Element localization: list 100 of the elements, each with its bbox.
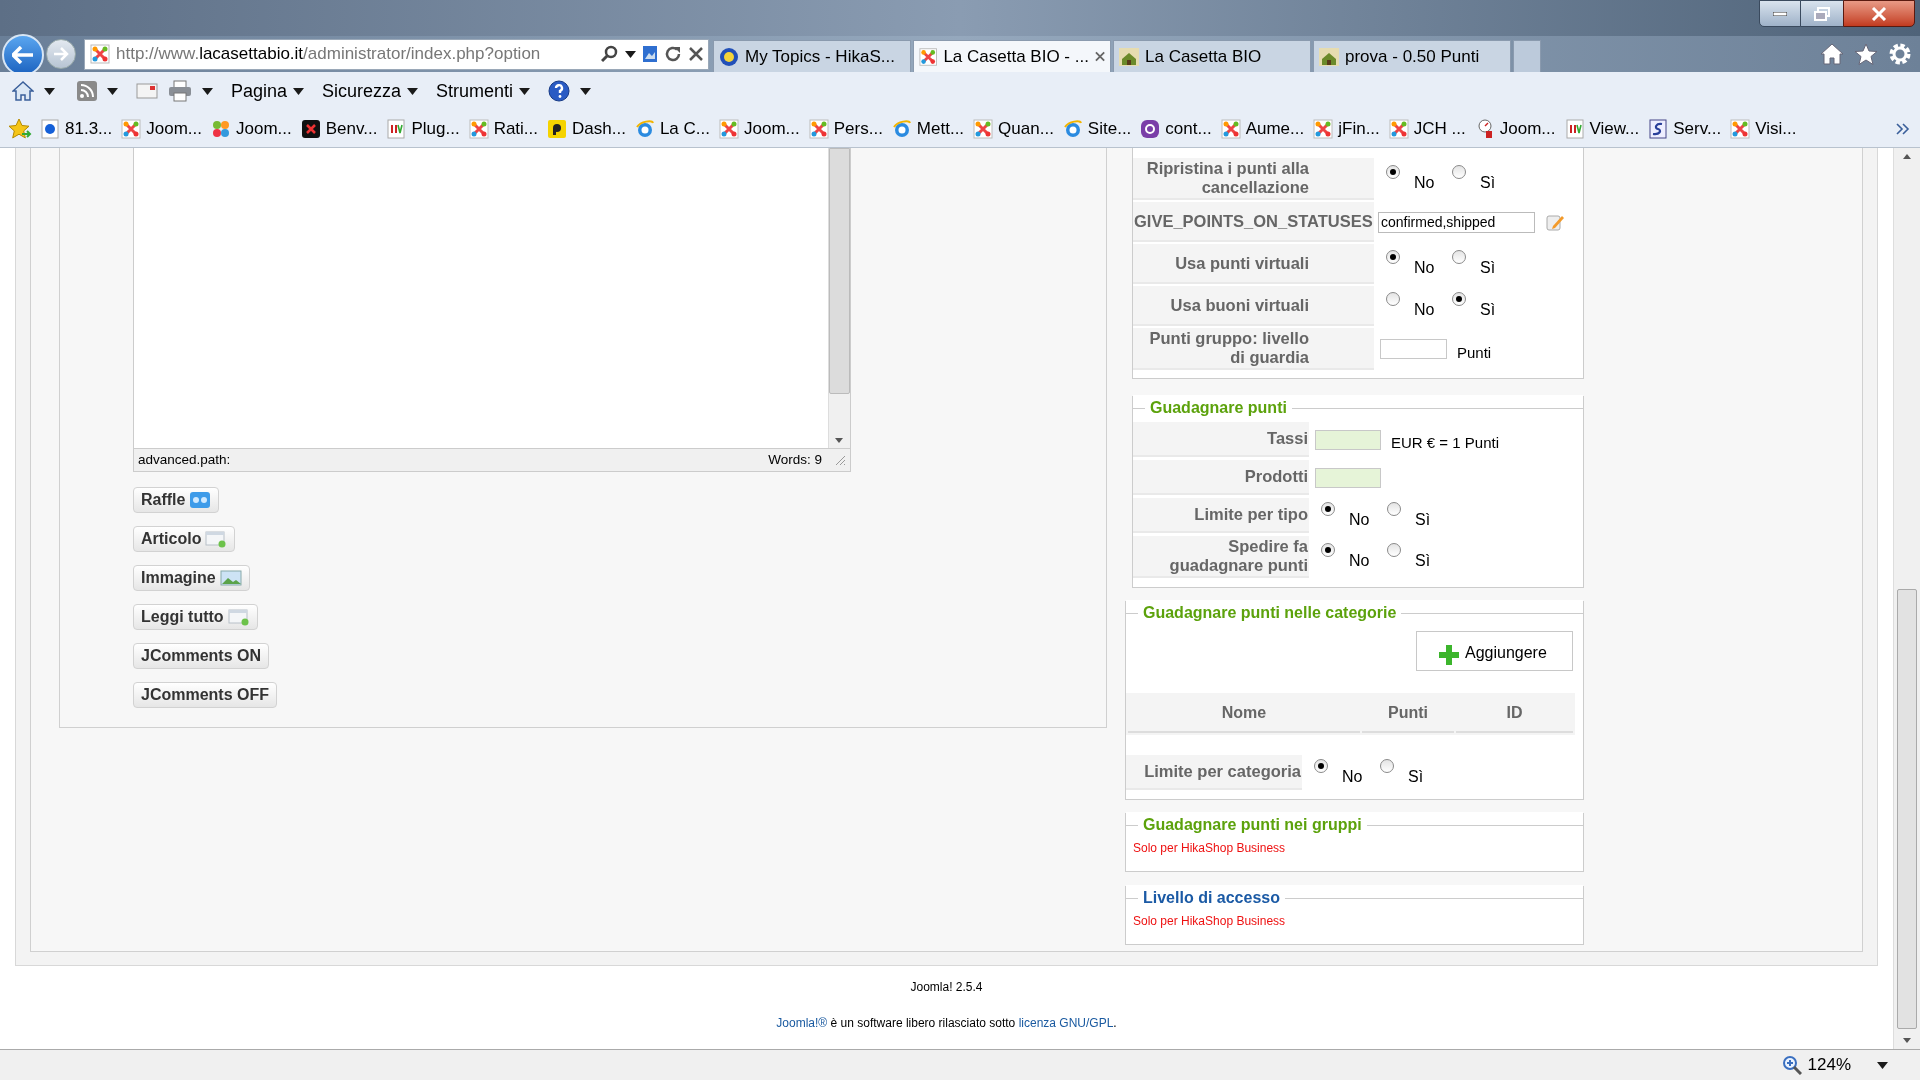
caret-icon[interactable]: [519, 87, 531, 95]
favorite-link[interactable]: cont...: [1140, 115, 1212, 142]
editor-button[interactable]: JComments OFF: [133, 682, 277, 708]
maximize-button[interactable]: [1801, 0, 1843, 27]
home-icon[interactable]: [1820, 43, 1844, 65]
home-icon[interactable]: [12, 81, 34, 101]
input-field[interactable]: confirmed,shipped: [1378, 211, 1535, 233]
add-button[interactable]: Aggiungere: [1416, 631, 1573, 671]
section-title: Guadagnare punti: [1149, 398, 1288, 418]
radio-button[interactable]: [1387, 501, 1401, 516]
help-icon[interactable]: [548, 80, 571, 102]
section-title: Guadagnare punti nei gruppi: [1142, 815, 1363, 835]
note-text: Solo per HikaShop Business: [1132, 913, 1287, 930]
star-icon[interactable]: [1854, 43, 1878, 65]
favorite-link[interactable]: Site...: [1062, 115, 1132, 142]
browser-tab[interactable]: La Casetta BIO - ...: [913, 40, 1111, 72]
input-field[interactable]: [1315, 467, 1381, 488]
house-icon: [1319, 46, 1339, 67]
compatibility-icon[interactable]: [642, 45, 658, 63]
favorite-link[interactable]: Rati...: [468, 115, 539, 142]
favorite-link[interactable]: JCH ...: [1388, 115, 1466, 142]
globe-icon: [891, 118, 912, 139]
resize-grip-icon[interactable]: [834, 454, 846, 466]
radio-button[interactable]: [1452, 250, 1466, 264]
caret-icon[interactable]: [293, 87, 305, 95]
scroll-up-icon[interactable]: [1901, 152, 1913, 160]
editor-button[interactable]: JComments ON: [133, 643, 270, 669]
caret-icon[interactable]: [625, 50, 636, 58]
favorite-link[interactable]: Aume...: [1220, 115, 1305, 142]
radio-button[interactable]: [1386, 250, 1400, 264]
chat-icon: [1140, 118, 1161, 139]
option-label: No: [1348, 551, 1371, 571]
browser-tab[interactable]: prova - 0.50 Punti: [1313, 40, 1511, 72]
browser-tab[interactable]: My Topics - HikaS...: [713, 40, 911, 72]
caret-icon[interactable]: [107, 87, 118, 95]
stop-icon[interactable]: [688, 46, 704, 62]
menu-button[interactable]: Pagina: [231, 77, 305, 105]
caret-icon[interactable]: [44, 87, 55, 95]
favorite-link[interactable]: Quan...: [973, 115, 1054, 142]
caret-icon[interactable]: [202, 87, 213, 95]
favorite-link[interactable]: Benv...: [300, 115, 378, 142]
favorite-link[interactable]: jFin...: [1313, 115, 1380, 142]
input-field[interactable]: [1380, 339, 1447, 359]
favorite-link[interactable]: Joom...: [719, 115, 800, 142]
favorite-link[interactable]: Mett...: [891, 115, 965, 142]
favorite-link[interactable]: Plug...: [386, 115, 460, 142]
editor-button[interactable]: Raffle: [133, 487, 220, 513]
caret-icon[interactable]: [407, 87, 419, 95]
editor-button[interactable]: Immagine: [133, 565, 250, 591]
caret-icon[interactable]: [580, 87, 592, 95]
favorite-link[interactable]: Joom...: [211, 115, 292, 142]
caret-icon[interactable]: [1877, 1061, 1888, 1069]
menu-button[interactable]: Sicurezza: [322, 77, 419, 105]
close-tab-icon[interactable]: [1094, 51, 1105, 62]
favorite-link[interactable]: Joom...: [1474, 115, 1556, 142]
field-label: Ripristina i punti alla cancellazione: [1145, 159, 1309, 197]
zoom-icon[interactable]: [1781, 1055, 1802, 1075]
favorite-link[interactable]: View...: [1564, 115, 1640, 142]
text-link[interactable]: Joomla!®: [776, 1016, 828, 1030]
refresh-icon[interactable]: [664, 45, 682, 63]
favorite-link[interactable]: La C...: [634, 115, 710, 142]
radio-button[interactable]: [1321, 501, 1335, 516]
input-field[interactable]: [1315, 429, 1381, 450]
editor-button[interactable]: Articolo: [133, 526, 236, 552]
search-icon[interactable]: [601, 45, 619, 63]
radio-button[interactable]: [1387, 543, 1401, 557]
scrollbar-thumb[interactable]: [829, 148, 850, 394]
forward-button[interactable]: [46, 39, 76, 69]
radio-button[interactable]: [1386, 292, 1400, 306]
minimize-button[interactable]: [1759, 0, 1801, 27]
scroll-down-icon[interactable]: [1901, 1037, 1913, 1045]
radio-button[interactable]: [1321, 543, 1335, 557]
printer-icon[interactable]: [168, 80, 192, 102]
settings-icon[interactable]: [1888, 42, 1912, 66]
mail-icon[interactable]: [136, 83, 158, 99]
favorite-link[interactable]: Visi...: [1730, 115, 1797, 142]
globe-icon: [634, 118, 655, 139]
section-title: Guadagnare punti nelle categorie: [1142, 603, 1398, 623]
radio-button[interactable]: [1386, 165, 1400, 179]
radio-button[interactable]: [1452, 165, 1466, 179]
radio-button[interactable]: [1314, 758, 1328, 773]
address-bar[interactable]: http://www.lacasettabio.it/administrator/index.php?option: [84, 38, 709, 70]
restore-icon: [1814, 6, 1830, 21]
favorite-link[interactable]: Pers...: [808, 115, 883, 142]
radio-button[interactable]: [1380, 758, 1394, 773]
scrollbar-thumb[interactable]: [1897, 588, 1917, 1029]
version-text: Joomla! 2.5.4: [910, 979, 983, 996]
favorite-link[interactable]: Serv...: [1648, 115, 1722, 142]
feed-icon[interactable]: [77, 81, 97, 101]
favorite-link[interactable]: 81.3...: [40, 115, 113, 142]
favorite-link[interactable]: Joom...: [121, 115, 202, 142]
add-favorite-icon[interactable]: [8, 117, 32, 140]
radio-button[interactable]: [1452, 292, 1466, 306]
close-button[interactable]: [1843, 0, 1915, 27]
browser-tab[interactable]: La Casetta BIO: [1113, 40, 1311, 72]
favorite-link[interactable]: Dash...: [547, 115, 626, 142]
chevron-icon[interactable]: [1896, 122, 1910, 135]
editor-button[interactable]: Leggi tutto: [133, 604, 258, 630]
page-scrollbar[interactable]: [1893, 148, 1920, 1049]
menu-button[interactable]: Strumenti: [436, 77, 531, 105]
